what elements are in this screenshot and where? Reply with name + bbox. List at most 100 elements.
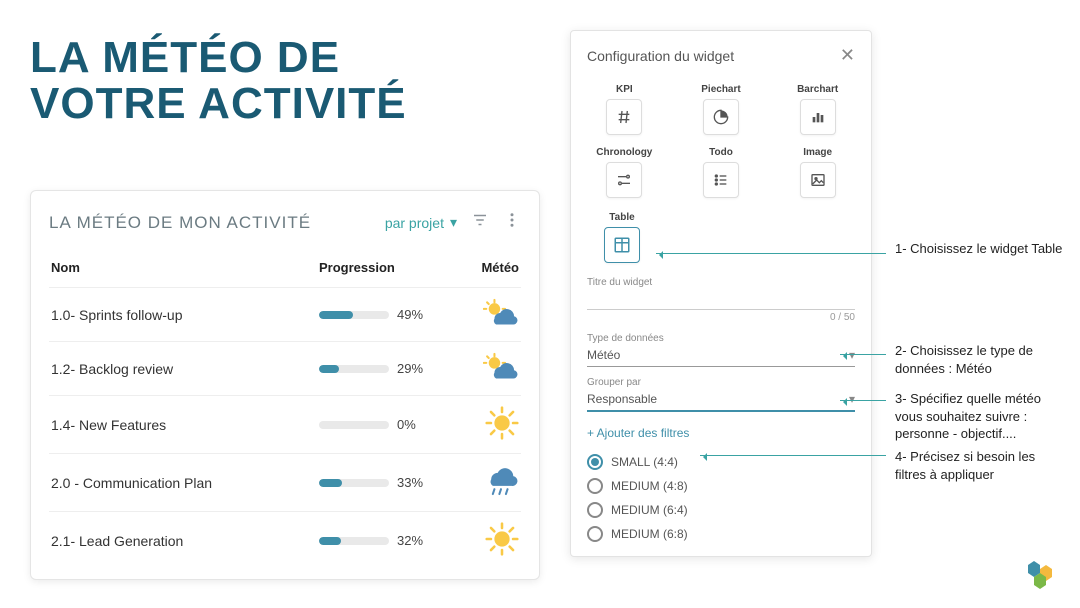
card-header: LA MÉTÉO DE MON ACTIVITÉ par projet ▾ <box>49 211 521 234</box>
annotation-arrow-2 <box>840 354 886 355</box>
progress-value: 0% <box>397 417 416 432</box>
close-icon[interactable]: ✕ <box>840 45 855 66</box>
panel-header: Configuration du widget ✕ <box>587 45 855 66</box>
group-by-label: par projet <box>385 215 444 231</box>
progress-bar <box>319 365 389 373</box>
radio-icon <box>587 502 603 518</box>
radio-icon <box>587 478 603 494</box>
row-name: 1.4- New Features <box>51 417 319 433</box>
widget-tile-kpi[interactable]: KPI <box>587 84 662 135</box>
tile-label: Chronology <box>596 147 652 158</box>
group-by-select[interactable]: Responsable ▾ <box>587 388 855 412</box>
row-name: 2.0 - Communication Plan <box>51 475 319 491</box>
row-name: 1.2- Backlog review <box>51 361 319 377</box>
chevron-down-icon: ▾ <box>450 214 457 231</box>
group-by-label: Grouper par <box>587 377 855 388</box>
table-row[interactable]: 1.2- Backlog review 29% <box>49 341 521 395</box>
radio-icon <box>587 454 603 470</box>
progress-cell: 33% <box>319 475 459 490</box>
table-row[interactable]: 2.1- Lead Generation32% <box>49 511 521 569</box>
add-filter-button[interactable]: + Ajouter des filtres <box>587 426 855 440</box>
weather-icon <box>459 298 519 331</box>
table-icon <box>604 227 640 263</box>
annotation-arrow-4 <box>700 455 886 456</box>
group-by-toggle[interactable]: par projet ▾ <box>385 214 457 231</box>
title-line-1: LA MÉTÉO DE <box>30 33 340 82</box>
widget-config-panel: Configuration du widget ✕ KPI Piechart Bar… <box>570 30 872 557</box>
weather-icon <box>459 522 519 559</box>
tile-label: Barchart <box>797 84 838 95</box>
progress-value: 32% <box>397 533 423 548</box>
radio-label: MEDIUM (4:8) <box>611 479 688 493</box>
data-type-select[interactable]: Météo ▾ <box>587 344 855 367</box>
table-row[interactable]: 2.0 - Communication Plan33% <box>49 453 521 511</box>
card-actions: par projet ▾ <box>385 211 521 234</box>
col-header-meteo: Météo <box>459 260 519 275</box>
radio-icon <box>587 526 603 542</box>
progress-cell: 0% <box>319 417 459 432</box>
annotation-1: 1- Choisissez le widget Table <box>895 240 1062 258</box>
progress-cell: 29% <box>319 361 459 376</box>
title-line-2: VOTRE ACTIVITÉ <box>30 79 407 128</box>
col-header-progression: Progression <box>319 260 459 275</box>
progress-cell: 49% <box>319 307 459 322</box>
panel-title: Configuration du widget <box>587 48 734 64</box>
widget-tile-table[interactable]: Table <box>587 212 657 263</box>
annotation-3: 3- Spécifiez quelle météo vous souhaitez… <box>895 390 1065 443</box>
annotation-arrow-1 <box>656 253 886 254</box>
col-header-nom: Nom <box>51 260 319 275</box>
progress-value: 29% <box>397 361 423 376</box>
weather-icon <box>459 406 519 443</box>
tile-label: Todo <box>709 147 733 158</box>
tile-label: Piechart <box>701 84 740 95</box>
annotation-arrow-3 <box>840 400 886 401</box>
hash-icon <box>606 99 642 135</box>
progress-bar <box>319 537 389 545</box>
widget-tile-grid-2: Table <box>587 212 855 263</box>
table-row[interactable]: 1.0- Sprints follow-up 49% <box>49 287 521 341</box>
weather-icon <box>459 352 519 385</box>
size-radio[interactable]: MEDIUM (6:4) <box>587 498 855 522</box>
list-icon <box>703 162 739 198</box>
progress-bar <box>319 479 389 487</box>
page-title: LA MÉTÉO DE VOTRE ACTIVITÉ <box>30 35 407 127</box>
annotation-4: 4- Précisez si besoin les filtres à appl… <box>895 448 1065 483</box>
weather-icon <box>459 464 519 501</box>
table-header: Nom Progression Météo <box>49 252 521 287</box>
tile-label-table: Table <box>609 212 634 223</box>
filter-icon[interactable] <box>471 211 489 234</box>
data-type-value: Météo <box>587 348 620 362</box>
widget-tile-grid: KPI Piechart Barchart Chronology Todo Image <box>587 84 855 198</box>
radio-label: SMALL (4:4) <box>611 455 678 469</box>
row-name: 1.0- Sprints follow-up <box>51 307 319 323</box>
widget-tile-image[interactable]: Image <box>780 147 855 198</box>
hex-logo-icon <box>1018 555 1066 598</box>
pie-icon <box>703 99 739 135</box>
data-type-label: Type de données <box>587 333 855 344</box>
title-field-label: Titre du widget <box>587 277 855 288</box>
size-radio[interactable]: MEDIUM (6:8) <box>587 522 855 546</box>
card-title: LA MÉTÉO DE MON ACTIVITÉ <box>49 213 311 233</box>
progress-value: 49% <box>397 307 423 322</box>
size-radio[interactable]: MEDIUM (4:8) <box>587 474 855 498</box>
widget-tile-chronology[interactable]: Chronology <box>587 147 662 198</box>
widget-title-input[interactable] <box>587 288 855 310</box>
activity-weather-card: LA MÉTÉO DE MON ACTIVITÉ par projet ▾ No… <box>30 190 540 580</box>
progress-bar <box>319 311 389 319</box>
bar-icon <box>800 99 836 135</box>
chevron-down-icon: ▾ <box>849 392 855 406</box>
progress-bar <box>319 421 389 429</box>
tile-label: Image <box>803 147 832 158</box>
progress-cell: 32% <box>319 533 459 548</box>
more-vert-icon[interactable] <box>503 211 521 234</box>
timeline-icon <box>606 162 642 198</box>
widget-tile-todo[interactable]: Todo <box>684 147 759 198</box>
widget-tile-piechart[interactable]: Piechart <box>684 84 759 135</box>
widget-tile-barchart[interactable]: Barchart <box>780 84 855 135</box>
radio-label: MEDIUM (6:8) <box>611 527 688 541</box>
title-counter: 0 / 50 <box>587 312 855 323</box>
size-radio[interactable]: SMALL (4:4) <box>587 450 855 474</box>
group-by-value: Responsable <box>587 392 657 406</box>
table-row[interactable]: 1.4- New Features 0% <box>49 395 521 453</box>
image-icon <box>800 162 836 198</box>
